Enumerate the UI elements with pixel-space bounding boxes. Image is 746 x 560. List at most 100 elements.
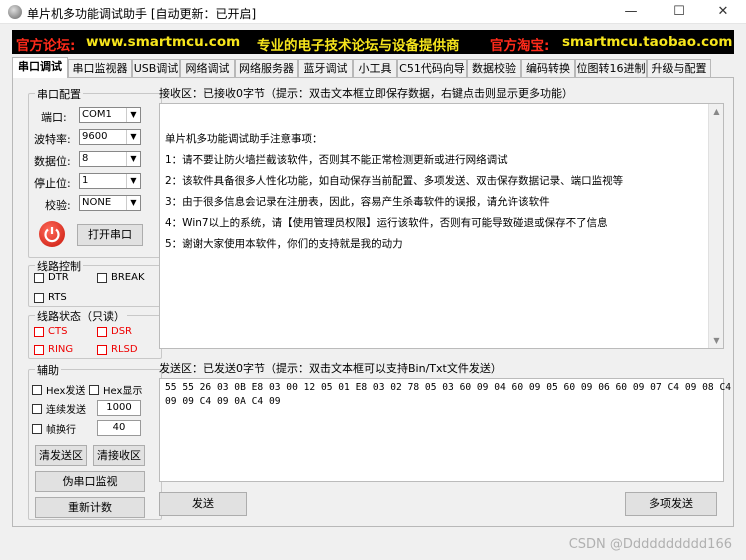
chevron-down-icon: ▼ <box>126 174 140 188</box>
shop-label: 官方淘宝: <box>490 38 550 54</box>
frame-timeout-input[interactable]: 40 <box>97 420 141 436</box>
scroll-down-icon[interactable]: ▼ <box>709 333 724 348</box>
frame-newline-checkbox[interactable]: 帧换行 <box>32 421 76 436</box>
tab-network-server[interactable]: 网络服务器 <box>235 59 298 78</box>
recv-line: 1：请不要让防火墙拦截该软件，否则其不能正常检测更新或进行网络调试 <box>165 154 508 166</box>
minimize-button[interactable]: — <box>608 0 654 24</box>
dtr-checkbox[interactable]: DTR <box>34 272 69 283</box>
parity-label: 校验: <box>45 199 71 212</box>
app-icon <box>8 5 22 19</box>
checkbox-box <box>34 272 44 283</box>
recv-line: 5：谢谢大家使用本软件，你们的支持就是我的动力 <box>165 238 403 250</box>
parity-select[interactable]: NONE ▼ <box>79 195 141 211</box>
checkbox-box <box>32 423 42 434</box>
checkbox-box <box>97 344 107 355</box>
shop-url[interactable]: smartmcu.taobao.com <box>562 34 733 50</box>
port-select[interactable]: COM1 ▼ <box>79 107 141 123</box>
checkbox-box <box>97 326 107 337</box>
send-line: 09 09 C4 09 0A C4 09 <box>165 396 281 407</box>
cts-indicator: CTS <box>34 326 67 337</box>
tab-tools[interactable]: 小工具 <box>353 59 397 78</box>
send-line: 55 55 26 03 0B E8 03 00 12 05 01 E8 03 0… <box>165 382 732 393</box>
break-checkbox[interactable]: BREAK <box>97 272 145 283</box>
line-control-group: 线路控制 DTR BREAK RTS <box>28 258 162 307</box>
recv-line: 单片机多功能调试助手注意事项： <box>165 133 323 145</box>
close-button[interactable]: ✕ <box>700 0 746 24</box>
port-label: 端口: <box>41 111 67 124</box>
chevron-down-icon: ▼ <box>126 108 140 122</box>
send-group: 发送区：已发送0字节（提示：双击文本框可以支持Bin/Txt文件发送） 55 5… <box>159 362 731 523</box>
power-icon[interactable] <box>39 221 65 247</box>
checkbox-box <box>34 326 44 337</box>
checkbox-box <box>32 403 42 414</box>
scroll-up-icon[interactable]: ▲ <box>709 104 724 119</box>
recv-group: 接收区：已接收0字节（提示：双击文本框立即保存数据，右键点击则显示更多功能） 单… <box>159 87 724 358</box>
port-value: COM1 <box>82 109 112 120</box>
dsr-label: DSR <box>111 326 132 337</box>
reset-count-button[interactable]: 重新计数 <box>35 497 145 518</box>
send-textarea[interactable]: 55 55 26 03 0B E8 03 00 12 05 01 E8 03 0… <box>159 378 731 482</box>
recv-scrollbar[interactable]: ▲ ▼ <box>708 104 723 348</box>
checkbox-box <box>89 384 99 395</box>
serial-debug-page: 串口配置 端口: COM1 ▼ 波特率: 9600 ▼ 数据位: 8 ▼ 停止位: 1… <box>12 77 734 527</box>
rlsd-indicator: RLSD <box>97 344 138 355</box>
open-port-button[interactable]: 打开串口 <box>77 224 143 246</box>
chevron-down-icon: ▼ <box>126 152 140 166</box>
hex-send-checkbox[interactable]: Hex发送 <box>32 382 85 397</box>
window-title: 单片机多功能调试助手 [自动更新：已开启] <box>27 7 257 21</box>
databits-value: 8 <box>82 153 89 164</box>
tab-bluetooth-debug[interactable]: 蓝牙调试 <box>298 59 353 78</box>
rlsd-label: RLSD <box>111 344 138 355</box>
stopbits-select[interactable]: 1 ▼ <box>79 173 141 189</box>
serial-config-title: 串口配置 <box>35 86 83 102</box>
aux-group: 辅助 Hex发送 Hex显示 连续发送 1000 帧换行 40 清发送区 清接收… <box>28 362 162 520</box>
baud-select[interactable]: 9600 ▼ <box>79 129 141 145</box>
aux-title: 辅助 <box>35 362 61 378</box>
tab-bitmap-hex[interactable]: 位图转16进制 <box>575 59 647 78</box>
clear-recv-button[interactable]: 清接收区 <box>93 445 145 466</box>
stopbits-label: 停止位: <box>34 177 71 190</box>
line-status-group: 线路状态（只读） CTS DSR RING RLSD <box>28 308 162 359</box>
hex-display-checkbox[interactable]: Hex显示 <box>89 382 142 397</box>
send-button[interactable]: 发送 <box>159 492 247 516</box>
tab-network-debug[interactable]: 网络调试 <box>180 59 235 78</box>
ring-indicator: RING <box>34 344 73 355</box>
continuous-send-label: 连续发送 <box>46 405 86 416</box>
recv-line: 2：该软件具备很多人性化功能，如自动保存当前配置、多项发送、双击保存数据记录、端… <box>165 175 624 187</box>
maximize-button[interactable]: ☐ <box>656 0 702 24</box>
databits-select[interactable]: 8 ▼ <box>79 151 141 167</box>
chevron-down-icon: ▼ <box>126 130 140 144</box>
tab-serial-monitor[interactable]: 串口监视器 <box>68 59 132 78</box>
tab-serial-debug[interactable]: 串口调试 <box>12 57 68 78</box>
continuous-send-checkbox[interactable]: 连续发送 <box>32 401 86 416</box>
banner-slogan: 专业的电子技术论坛与设备提供商 <box>257 38 460 54</box>
tab-upgrade-config[interactable]: 升级与配置 <box>647 59 711 78</box>
baud-label: 波特率: <box>34 133 71 146</box>
ad-banner[interactable]: 官方论坛: www.smartmcu.com 专业的电子技术论坛与设备提供商 官… <box>12 30 734 54</box>
rts-checkbox[interactable]: RTS <box>34 292 67 303</box>
checkbox-box <box>34 344 44 355</box>
serial-config-group: 串口配置 端口: COM1 ▼ 波特率: 9600 ▼ 数据位: 8 ▼ 停止位: 1… <box>28 86 162 258</box>
stopbits-value: 1 <box>82 175 89 186</box>
baud-value: 9600 <box>82 131 108 142</box>
frame-newline-label: 帧换行 <box>46 425 76 436</box>
multi-send-button[interactable]: 多项发送 <box>625 492 717 516</box>
continuous-interval-input[interactable]: 1000 <box>97 400 141 416</box>
chevron-down-icon: ▼ <box>126 196 140 210</box>
tab-bar: 串口调试 串口监视器 USB调试 网络调试 网络服务器 蓝牙调试 小工具 C51… <box>12 57 734 78</box>
tab-usb-debug[interactable]: USB调试 <box>132 59 180 78</box>
clear-send-button[interactable]: 清发送区 <box>35 445 87 466</box>
watermark: CSDN @Dddddddddd166 <box>568 537 732 552</box>
tab-data-check[interactable]: 数据校验 <box>467 59 521 78</box>
virtual-monitor-button[interactable]: 伪串口监视 <box>35 471 145 492</box>
title-bar: 单片机多功能调试助手 [自动更新：已开启] — ☐ ✕ <box>0 0 746 24</box>
tab-c51-wizard[interactable]: C51代码向导 <box>397 59 467 78</box>
hex-display-label: Hex显示 <box>103 386 143 397</box>
databits-label: 数据位: <box>34 155 71 168</box>
recv-title: 接收区：已接收0字节（提示：双击文本框立即保存数据，右键点击则显示更多功能） <box>159 87 573 100</box>
parity-value: NONE <box>82 197 112 208</box>
ring-label: RING <box>48 344 74 355</box>
forum-url[interactable]: www.smartmcu.com <box>86 34 240 50</box>
recv-textarea[interactable]: 单片机多功能调试助手注意事项： 1：请不要让防火墙拦截该软件，否则其不能正常检测… <box>159 103 724 349</box>
tab-encoding[interactable]: 编码转换 <box>521 59 575 78</box>
